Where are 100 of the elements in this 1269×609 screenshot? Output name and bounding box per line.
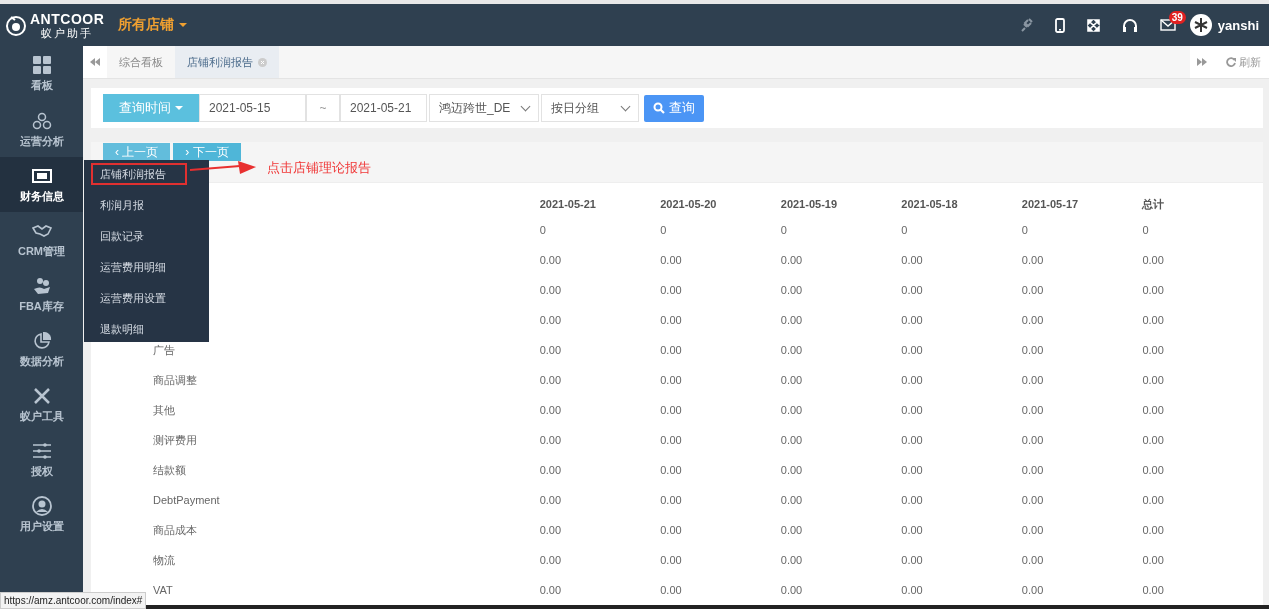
table-cell: 0.00 (780, 275, 902, 305)
column-header: 2021-05-19 (780, 193, 902, 215)
column-header: 2021-05-18 (901, 193, 1022, 215)
table-cell: 0.00 (1021, 545, 1143, 575)
network-icon (31, 110, 52, 131)
table-cell: 0.00 (660, 575, 781, 605)
submenu-item[interactable]: 回款记录 (91, 225, 187, 247)
table-cell: 0.00 (780, 395, 902, 425)
table-cell: 0.00 (539, 305, 661, 335)
user-name[interactable]: yanshi (1217, 17, 1259, 33)
phone-icon[interactable] (1054, 17, 1065, 33)
table-cell: 0.00 (780, 365, 902, 395)
avatar-icon[interactable] (1189, 14, 1212, 36)
table-cell: 0.00 (780, 575, 902, 605)
table-cell: 0.00 (660, 485, 781, 515)
column-header: 2021-05-20 (660, 193, 781, 215)
end-date-field[interactable]: 2021-05-21 (340, 94, 427, 122)
table-cell-text: 0.00 (1142, 313, 1165, 328)
sidebar-item[interactable]: CRM管理 (0, 212, 83, 267)
table-cell: 0.00 (901, 335, 1022, 365)
column-header: 2021-05-21 (539, 193, 661, 215)
sidebar-item[interactable]: 蚁户工具 (0, 377, 83, 432)
table-cell: 0.00 (1021, 485, 1143, 515)
table-cell: 0 (901, 215, 1022, 245)
row-label: 商品调整 (91, 365, 540, 395)
tab[interactable]: 店铺利润报告 (175, 46, 279, 78)
table-cell: 0.00 (780, 545, 902, 575)
table-cell: 0.00 (539, 245, 661, 275)
sidebar-item[interactable]: 数据分析 (0, 322, 83, 377)
store-dropdown[interactable]: 所有店铺 (118, 16, 188, 34)
table-cell-text: 0.00 (1142, 523, 1165, 538)
table-cell: 0.00 (660, 275, 781, 305)
table-cell-text: 0.00 (1142, 463, 1165, 478)
table-cell: 0.00 (539, 395, 661, 425)
table-cell: 0.00 (660, 515, 781, 545)
table-cell: 0.00 (780, 485, 902, 515)
people-icon (31, 275, 52, 296)
table-cell: 0.00 (901, 425, 1022, 455)
table-cell: 0.00 (901, 575, 1022, 605)
table-cell: 0.00 (1021, 425, 1143, 455)
table-cell: 0.00 (1021, 335, 1143, 365)
scroll-left-button[interactable] (83, 46, 107, 78)
table-cell: 0.00 (1021, 515, 1143, 545)
table-cell-text: 0.00 (1142, 283, 1165, 298)
table-cell: 0.00 (660, 545, 781, 575)
table-cell: 0.00 (539, 545, 661, 575)
table-cell: 0.00 (901, 545, 1022, 575)
table-cell: 0.00 (660, 305, 781, 335)
row-label: 商品成本 (91, 515, 540, 545)
scroll-right-button[interactable] (1190, 46, 1214, 78)
mail-icon[interactable] (1159, 19, 1176, 31)
table-cell: 0 (660, 215, 781, 245)
double-right-icon (1197, 58, 1207, 66)
table-cell: 0.00 (660, 245, 781, 275)
column-header: 2021-05-17 (1021, 193, 1143, 215)
submenu-item[interactable]: 运营费用设置 (91, 287, 187, 309)
pie-chart-icon (31, 330, 52, 351)
table-cell: 0.00 (539, 485, 661, 515)
table-cell: 0.00 (901, 455, 1022, 485)
store-select[interactable]: 鸿迈跨世_DE (429, 94, 539, 122)
row-label: DebtPayment (91, 485, 540, 515)
annotation-arrow (190, 161, 256, 175)
column-header: 总计 (1142, 196, 1166, 212)
sidebar-item[interactable]: 财务信息 (0, 157, 83, 212)
table-cell: 0.00 (1021, 245, 1143, 275)
grouping-select[interactable]: 按日分组 (541, 94, 639, 122)
table-cell: 0.00 (660, 395, 781, 425)
tab[interactable]: 综合看板 (107, 46, 175, 78)
submenu-item[interactable]: 店铺利润报告 (91, 163, 187, 185)
table-cell-text: 0.00 (1142, 553, 1165, 568)
table-cell: 0.00 (539, 425, 661, 455)
sidebar-item[interactable]: 用户设置 (0, 487, 83, 542)
table-cell: 0.00 (901, 515, 1022, 545)
sidebar-item[interactable]: 运营分析 (0, 102, 83, 157)
sidebar-item[interactable]: 授权 (0, 432, 83, 487)
sidebar-item[interactable]: 看板 (0, 46, 83, 102)
table-cell: 0.00 (1021, 365, 1143, 395)
user-icon (31, 495, 52, 516)
table-cell: 0.00 (660, 335, 781, 365)
table-cell: 0.00 (901, 485, 1022, 515)
table-cell: 0 (1021, 215, 1143, 245)
table-cell: 0.00 (660, 365, 781, 395)
dashboard-icon (31, 55, 52, 75)
sidebar-item[interactable]: FBA库存 (0, 267, 83, 322)
submenu-item[interactable]: 运营费用明细 (91, 256, 187, 278)
status-url: https://amz.antcoor.com/index# (0, 592, 147, 609)
table-cell: 0.00 (539, 275, 661, 305)
table-cell: 0.00 (1021, 305, 1143, 335)
table-cell: 0.00 (1021, 575, 1143, 605)
annotation-text: 点击店铺理论报告 (267, 159, 371, 177)
start-date-field[interactable]: 2021-05-15 (199, 94, 306, 122)
double-left-icon (90, 58, 100, 66)
fullscreen-icon[interactable] (1086, 18, 1100, 32)
table-cell: 0.00 (660, 425, 781, 455)
submenu-item[interactable]: 利润月报 (91, 194, 187, 216)
eye-logo-icon (5, 14, 27, 36)
headset-icon[interactable] (1121, 18, 1138, 32)
table-cell: 0 (780, 215, 902, 245)
table-cell-text: 0 (1142, 223, 1150, 238)
tilde-separator: ~ (319, 101, 327, 115)
